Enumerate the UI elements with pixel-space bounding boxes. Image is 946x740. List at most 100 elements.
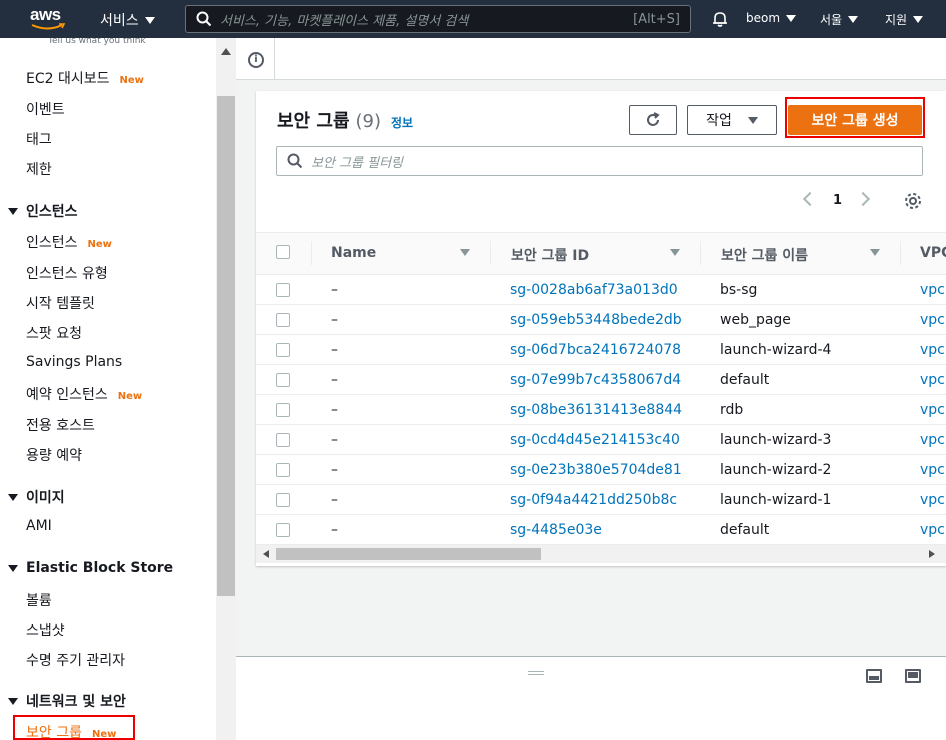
sidebar-item-ec2-dashboard[interactable]: EC2 대시보드 New (26, 68, 144, 88)
gear-icon[interactable] (904, 192, 922, 210)
column-header-group-name[interactable]: 보안 그룹 이름 (721, 245, 808, 265)
row-checkbox[interactable] (276, 373, 290, 387)
horizontal-scrollbar[interactable] (256, 545, 946, 563)
sidebar-item-volumes[interactable]: 볼륨 (26, 590, 52, 610)
sidebar-item-launch-templates[interactable]: 시작 템플릿 (26, 293, 95, 313)
row-checkbox[interactable] (276, 433, 290, 447)
sort-icon[interactable] (670, 249, 680, 256)
sidebar-item-label: 인스턴스 유형 (26, 266, 108, 282)
sidebar-item-lifecycle-manager[interactable]: 수명 주기 관리자 (26, 650, 125, 670)
resize-handle[interactable] (528, 671, 544, 675)
caret-down-icon (913, 16, 924, 23)
cell-vpc-link[interactable]: vpc (920, 342, 946, 358)
cell-name: – (331, 522, 338, 538)
actions-label: 작업 (706, 113, 732, 129)
column-separator (700, 241, 701, 265)
cell-group-id-link[interactable]: sg-0028ab6af73a013d0 (510, 282, 678, 298)
cell-vpc-link[interactable]: vpc (920, 282, 946, 298)
cell-vpc-link[interactable]: vpc (920, 372, 946, 388)
cell-group-id-link[interactable]: sg-0e23b380e5704de81 (510, 462, 682, 478)
row-checkbox[interactable] (276, 403, 290, 417)
cell-group-name: default (720, 372, 770, 388)
cell-group-name: bs-sg (720, 282, 758, 298)
cell-vpc-link[interactable]: vpc (920, 402, 946, 418)
current-page[interactable]: 1 (833, 193, 842, 208)
sidebar-section-elastic-block-store[interactable]: Elastic Block Store (8, 560, 173, 576)
region-menu[interactable]: 서울 (820, 11, 859, 28)
column-header-name[interactable]: Name (331, 245, 376, 261)
row-checkbox[interactable] (276, 493, 290, 507)
sidebar-item-snapshots[interactable]: 스냅샷 (26, 620, 65, 640)
dock-bottom-icon[interactable] (866, 669, 882, 683)
sidebar-item-instances[interactable]: 인스턴스 New (26, 232, 112, 252)
cell-group-id-link[interactable]: sg-06d7bca2416724078 (510, 342, 681, 358)
scrollbar-thumb[interactable] (276, 548, 541, 560)
refresh-icon (647, 112, 660, 126)
sidebar-item-label: 태그 (26, 132, 52, 148)
sidebar-scrollbar[interactable] (216, 38, 236, 740)
sidebar-item-label: 스냅샷 (26, 623, 65, 639)
global-search-input[interactable]: 서비스, 기능, 마켓플레이스 제품, 설명서 검색 [Alt+S] (185, 5, 691, 33)
cell-group-id-link[interactable]: sg-0f94a4421dd250b8c (510, 492, 677, 508)
cell-group-id-link[interactable]: sg-0cd4d45e214153c40 (510, 432, 680, 448)
sidebar-section-instances[interactable]: 인스턴스 (8, 201, 78, 221)
sidebar-item-label: 제한 (26, 162, 52, 178)
sidebar-item-label: 이벤트 (26, 102, 65, 118)
page-title: 보안 그룹 (9) 정보 (277, 107, 413, 133)
aws-logo[interactable]: aws (30, 5, 70, 33)
sidebar-item-reserved-instances[interactable]: 예약 인스턴스 New (26, 384, 142, 404)
support-menu[interactable]: 지원 (885, 11, 924, 28)
scroll-up-arrow-icon[interactable] (221, 48, 231, 55)
column-header-group-id[interactable]: 보안 그룹 ID (511, 245, 589, 265)
sidebar-item-events[interactable]: 이벤트 (26, 99, 65, 119)
sidebar-item-spot-requests[interactable]: 스팟 요청 (26, 323, 82, 343)
filter-input[interactable]: 보안 그룹 필터링 (276, 146, 923, 176)
bell-icon[interactable] (711, 10, 729, 28)
row-checkbox[interactable] (276, 283, 290, 297)
sidebar-item-instance-types[interactable]: 인스턴스 유형 (26, 263, 108, 283)
sort-icon[interactable] (870, 249, 880, 256)
user-menu[interactable]: beom (746, 11, 797, 25)
support-label: 지원 (885, 13, 908, 27)
sidebar-item-savings-plans[interactable]: Savings Plans (26, 354, 122, 370)
actions-button[interactable]: 작업 (687, 105, 777, 135)
sidebar-section-network-security[interactable]: 네트워크 및 보안 (8, 691, 126, 711)
column-header-vpc[interactable]: VPC (920, 245, 946, 261)
scroll-right-arrow-icon[interactable] (929, 550, 935, 558)
cell-vpc-link[interactable]: vpc (920, 492, 946, 508)
cell-group-id-link[interactable]: sg-059eb53448bede2db (510, 312, 682, 328)
refresh-button[interactable] (629, 105, 677, 135)
info-link[interactable]: 정보 (391, 114, 413, 131)
sidebar-item-limits[interactable]: 제한 (26, 159, 52, 179)
cell-group-id-link[interactable]: sg-08be36131413e8844 (510, 402, 682, 418)
dock-side-icon[interactable] (905, 669, 921, 683)
services-menu-button[interactable]: 서비스 (100, 10, 155, 30)
search-icon (196, 11, 212, 27)
sort-icon[interactable] (460, 249, 470, 256)
row-checkbox[interactable] (276, 313, 290, 327)
row-checkbox[interactable] (276, 343, 290, 357)
cell-group-name: launch-wizard-2 (720, 462, 832, 478)
caret-down-icon (786, 14, 797, 22)
column-separator (311, 241, 312, 265)
row-checkbox[interactable] (276, 463, 290, 477)
cell-name: – (331, 492, 338, 508)
cell-group-id-link[interactable]: sg-07e99b7c4358067d4 (510, 372, 681, 388)
top-navigation-bar: aws 서비스 서비스, 기능, 마켓플레이스 제품, 설명서 검색 [Alt+… (0, 0, 946, 38)
sidebar-item-tags[interactable]: 태그 (26, 129, 52, 149)
scroll-left-arrow-icon[interactable] (263, 550, 269, 558)
cell-vpc-link[interactable]: vpc (920, 432, 946, 448)
row-checkbox[interactable] (276, 523, 290, 537)
sidebar-item-ami[interactable]: AMI (26, 518, 52, 534)
info-icon[interactable]: i (248, 52, 264, 68)
cell-group-id-link[interactable]: sg-4485e03e (510, 522, 602, 538)
sidebar-item-capacity-reservations[interactable]: 용량 예약 (26, 445, 82, 465)
cell-vpc-link[interactable]: vpc (920, 312, 946, 328)
cell-vpc-link[interactable]: vpc (920, 522, 946, 538)
cell-vpc-link[interactable]: vpc (920, 462, 946, 478)
scrollbar-thumb[interactable] (217, 96, 235, 596)
feedback-link[interactable]: Tell us what you think (48, 38, 146, 46)
select-all-checkbox[interactable] (276, 245, 290, 259)
sidebar-item-dedicated-hosts[interactable]: 전용 호스트 (26, 415, 95, 435)
sidebar-section-images[interactable]: 이미지 (8, 487, 65, 507)
